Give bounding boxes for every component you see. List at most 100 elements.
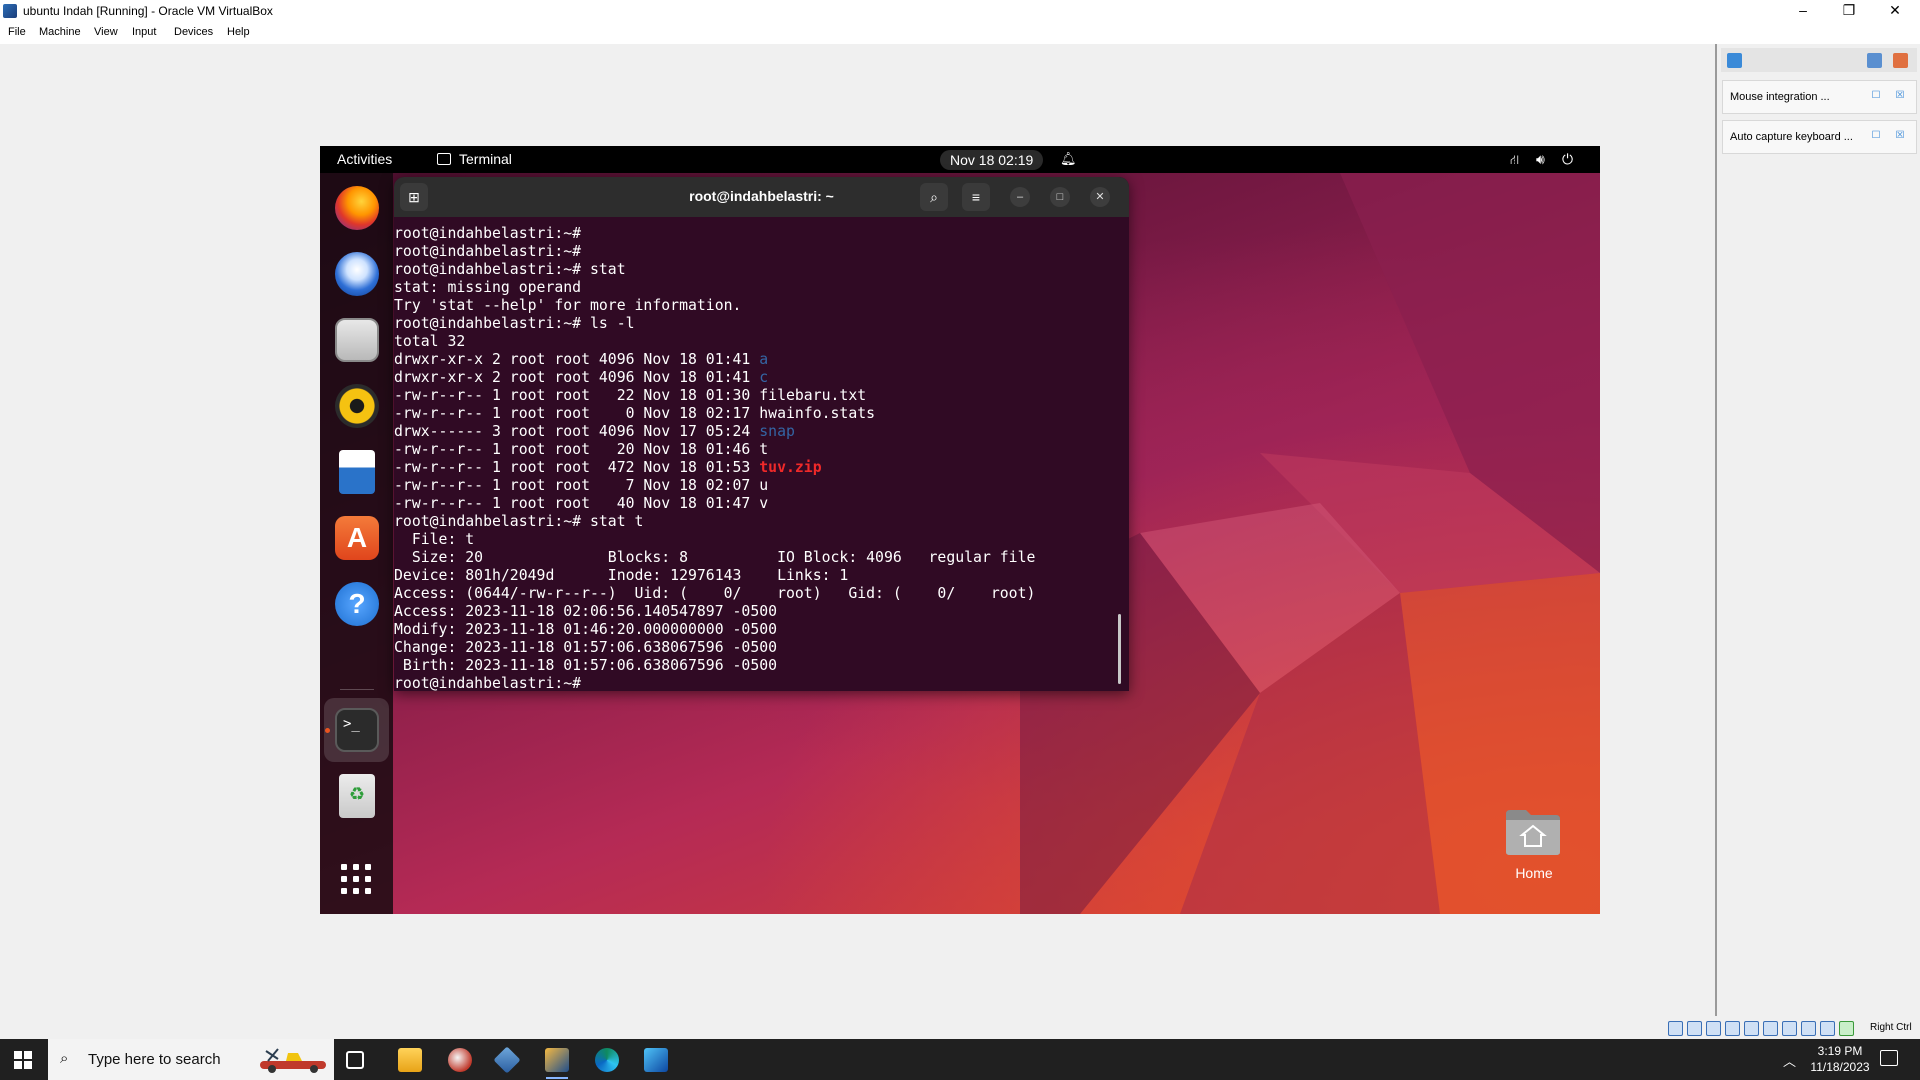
search-highlight-art <box>260 1048 326 1073</box>
cpu-icon[interactable] <box>1820 1021 1835 1036</box>
rhythmbox-icon[interactable] <box>335 384 379 428</box>
notification-pin-icon[interactable] <box>1867 53 1882 68</box>
terminal-dock-icon[interactable]: >_ <box>335 708 379 752</box>
menu-file[interactable]: File <box>8 26 26 38</box>
optical-drive-icon[interactable] <box>1687 1021 1702 1036</box>
notice-toggle-icon[interactable]: ☐ <box>1871 91 1881 101</box>
edge-icon[interactable] <box>595 1048 619 1072</box>
terminal-text: root@indahbelastri:~# <box>394 675 582 691</box>
mouse-integration-icon[interactable] <box>1839 1021 1854 1036</box>
usb-icon[interactable] <box>1744 1021 1759 1036</box>
show-apps-grid-icon[interactable] <box>341 864 373 896</box>
audio-icon[interactable] <box>1706 1021 1721 1036</box>
terminal-line: File: t <box>394 531 1114 549</box>
trash-icon[interactable]: ♻ <box>339 774 375 818</box>
home-folder-icon[interactable] <box>1504 806 1562 856</box>
volume-icon[interactable]: 🔊︎ <box>1536 151 1545 168</box>
terminal-line: Device: 801h/2049d Inode: 12976143 Links… <box>394 567 1114 585</box>
home-folder-label[interactable]: Home <box>1490 865 1578 881</box>
close-icon[interactable]: ✕ <box>1090 187 1110 207</box>
notification-bell-icon[interactable]: 🔔︎ <box>1060 152 1077 166</box>
notification-toolbar <box>1721 48 1917 72</box>
ls-entry-blue: a <box>759 351 769 368</box>
taskbar-date: 11/18/2023 <box>1810 1060 1870 1074</box>
virtualbox-manager-icon[interactable] <box>493 1046 521 1074</box>
terminal-app-icon[interactable] <box>437 153 451 165</box>
taskbar-search-box[interactable]: ⌕ Type here to search <box>48 1039 334 1080</box>
terminal-text: -rw-r--r-- 1 root root 20 Nov 18 01:46 t <box>394 441 769 458</box>
network-icon[interactable] <box>1725 1021 1740 1036</box>
terminal-headerbar[interactable]: ⊞ root@indahbelastri: ~ ⌕ ≡ – □ ✕ <box>394 177 1129 217</box>
virtualbox-vm-icon[interactable] <box>545 1048 569 1072</box>
terminal-scrollbar[interactable] <box>1118 614 1121 684</box>
ubuntu-desktop: Activities Terminal Nov 18 02:19 🔔︎ ⛙ 🔊︎… <box>320 146 1600 914</box>
recording-icon[interactable] <box>1801 1021 1816 1036</box>
terminal-text: Change: 2023-11-18 01:57:06.638067596 -0… <box>394 639 778 656</box>
show-hidden-icons-chevron[interactable]: ︿ <box>1783 1051 1796 1070</box>
search-placeholder: Type here to search <box>88 1051 221 1068</box>
search-icon: ⌕ <box>60 1050 69 1067</box>
restore-button[interactable]: ❐ <box>1826 0 1872 22</box>
ubuntu-software-icon[interactable]: A <box>335 516 379 560</box>
notification-info-icon[interactable] <box>1727 53 1742 68</box>
terminal-text: -rw-r--r-- 1 root root 472 Nov 18 01:53 <box>394 459 760 476</box>
menu-machine[interactable]: Machine <box>39 26 81 38</box>
app-icon-red[interactable] <box>448 1048 472 1072</box>
notice-label: Mouse integration ... <box>1730 91 1830 103</box>
terminal-window[interactable]: ⊞ root@indahbelastri: ~ ⌕ ≡ – □ ✕ root@i… <box>394 177 1129 691</box>
terminal-line: -rw-r--r-- 1 root root 0 Nov 18 02:17 hw… <box>394 405 1114 423</box>
maximize-icon[interactable]: □ <box>1050 187 1070 207</box>
network-icon[interactable]: ⛙ <box>1510 152 1519 170</box>
terminal-line: Access: 2023-11-18 02:06:56.140547897 -0… <box>394 603 1114 621</box>
notice-toggle-icon[interactable]: ☐ <box>1871 131 1881 141</box>
notice-close-icon[interactable]: ☒ <box>1895 91 1905 101</box>
clock[interactable]: Nov 18 02:19 <box>940 150 1044 170</box>
minimize-icon[interactable]: – <box>1010 187 1030 207</box>
search-icon[interactable]: ⌕ <box>920 183 948 211</box>
menu-input[interactable]: Input <box>132 26 156 38</box>
thunderbird-icon[interactable] <box>335 252 379 296</box>
minimize-button[interactable]: – <box>1780 0 1826 22</box>
firefox-icon[interactable] <box>335 186 379 230</box>
terminal-text: total 32 <box>394 333 466 350</box>
ls-entry-blue: c <box>759 369 769 386</box>
notice-label: Auto capture keyboard ... <box>1730 131 1853 143</box>
menu-view[interactable]: View <box>94 26 118 38</box>
vbox-menubar: File Machine View Input Devices Help <box>0 22 1920 44</box>
notice-close-icon[interactable]: ☒ <box>1895 131 1905 141</box>
files-icon[interactable] <box>335 318 379 362</box>
activities-button[interactable]: Activities <box>337 151 392 167</box>
libreoffice-writer-icon[interactable] <box>339 450 375 494</box>
auto-capture-keyboard-notice[interactable]: Auto capture keyboard ... ☐ ☒ <box>1722 120 1917 154</box>
windows-start-icon[interactable] <box>14 1051 32 1069</box>
terminal-text: stat: missing operand <box>394 279 582 296</box>
menu-devices[interactable]: Devices <box>174 26 213 38</box>
hamburger-menu-icon[interactable]: ≡ <box>962 183 990 211</box>
menu-help[interactable]: Help <box>227 26 250 38</box>
taskbar-clock[interactable]: 3:19 PM 11/18/2023 <box>1806 1043 1874 1075</box>
terminal-output[interactable]: root@indahbelastri:~# root@indahbelastri:… <box>394 225 1114 691</box>
windows-taskbar: ⌕ Type here to search ︿ 3:19 PM 11/18/20… <box>0 1039 1920 1080</box>
action-center-icon[interactable] <box>1880 1050 1898 1066</box>
photos-icon[interactable] <box>644 1048 668 1072</box>
window-title: ubuntu Indah [Running] - Oracle VM Virtu… <box>23 4 273 18</box>
file-explorer-icon[interactable] <box>398 1048 422 1072</box>
shared-folders-icon[interactable] <box>1763 1021 1778 1036</box>
display-icon[interactable] <box>1782 1021 1797 1036</box>
app-menu-terminal[interactable]: Terminal <box>459 151 512 167</box>
help-icon[interactable]: ? <box>335 582 379 626</box>
terminal-text: root@indahbelastri:~# stat t <box>394 513 644 530</box>
hard-disk-icon[interactable] <box>1668 1021 1683 1036</box>
terminal-text: root@indahbelastri:~# ls -l <box>394 315 635 332</box>
virtualbox-app-icon <box>3 4 17 18</box>
task-view-icon[interactable] <box>346 1051 364 1069</box>
terminal-line: drwxr-xr-x 2 root root 4096 Nov 18 01:41… <box>394 369 1114 387</box>
close-button[interactable]: ✕ <box>1872 0 1918 22</box>
mouse-integration-notice[interactable]: Mouse integration ... ☐ ☒ <box>1722 80 1917 114</box>
terminal-text: root@indahbelastri:~# <box>394 225 582 242</box>
power-icon[interactable]: ⏻ <box>1562 151 1573 168</box>
terminal-line: Access: (0644/-rw-r--r--) Uid: ( 0/ root… <box>394 585 1114 603</box>
vbox-titlebar: ubuntu Indah [Running] - Oracle VM Virtu… <box>0 0 1920 22</box>
ls-entry-red: tuv.zip <box>759 459 822 476</box>
notification-clear-icon[interactable] <box>1893 53 1908 68</box>
